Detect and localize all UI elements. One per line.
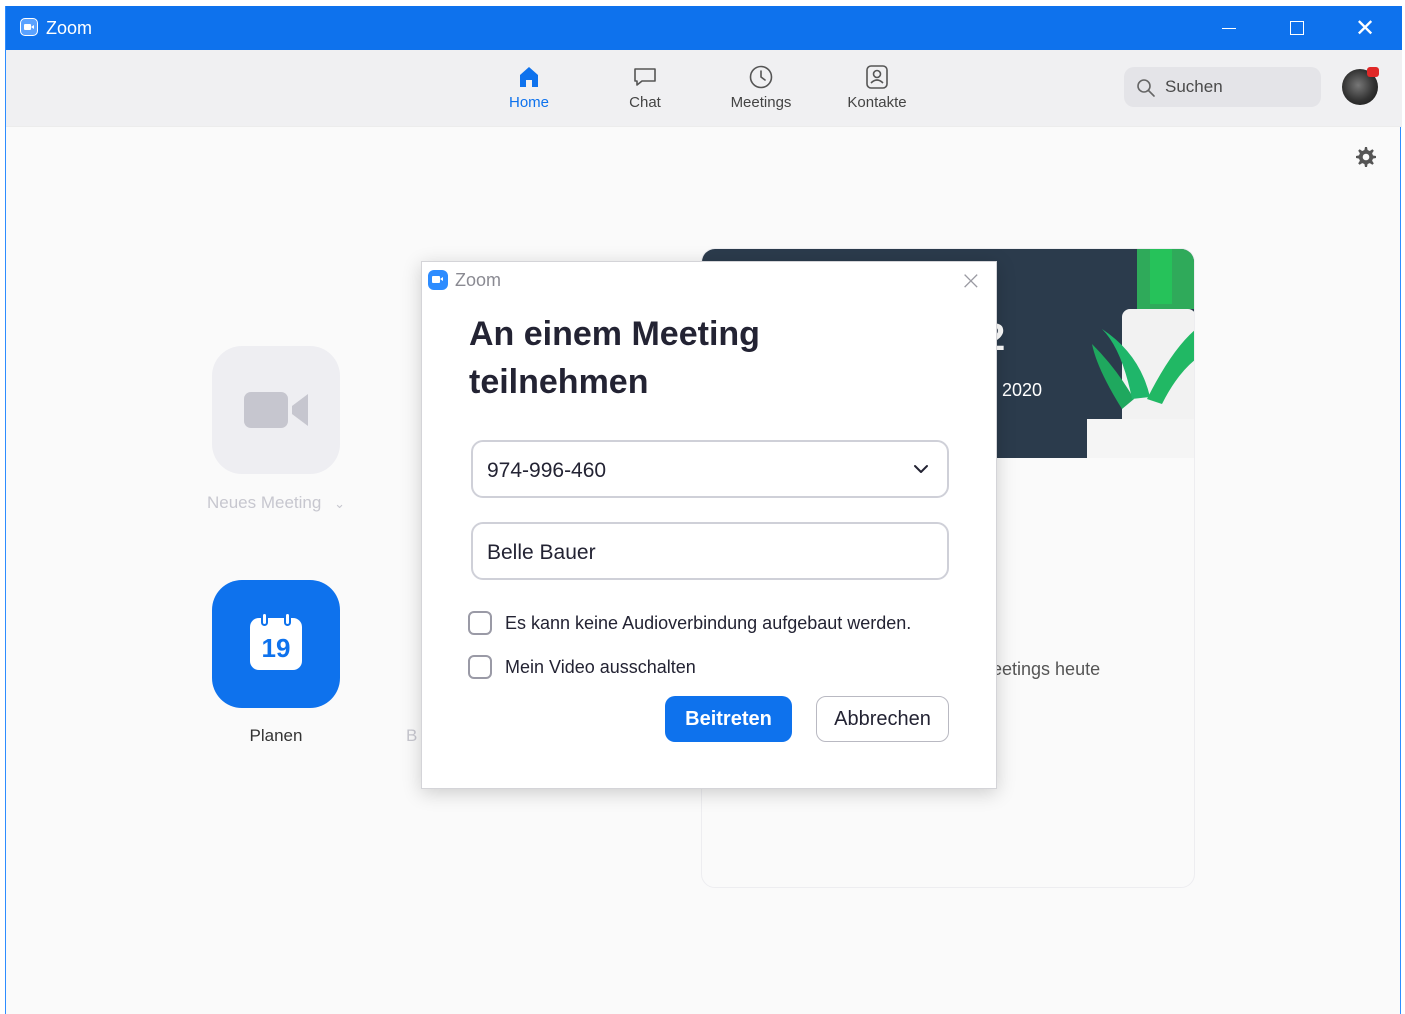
clock-icon [748, 64, 774, 90]
tab-home-label: Home [508, 94, 549, 111]
dialog-heading: An einem Meeting teilnehmen [469, 315, 760, 401]
window-title: Zoom [46, 18, 93, 38]
join-meeting-dialog: Zoom × An einem Meeting teilnehmen 974-9… [421, 261, 997, 789]
meeting-id-value: 974-996-460 [487, 459, 607, 482]
new-meeting-button[interactable] [212, 346, 340, 474]
meeting-id-input[interactable]: 974-996-460 [471, 440, 949, 498]
no-meetings-today-partial: leetings heute [988, 659, 1101, 679]
tab-meetings-label: Meetings [730, 94, 792, 111]
minimize-button[interactable] [1196, 6, 1262, 50]
name-value: Belle Bauer [487, 541, 596, 564]
zoom-logo-icon [20, 18, 38, 36]
share-screen-label-partial: B [406, 726, 418, 745]
close-window-button[interactable]: ✕ [1332, 6, 1398, 50]
join-button[interactable]: Beitreten [665, 696, 792, 742]
name-input[interactable]: Belle Bauer [471, 522, 949, 580]
camera-status-badge [1367, 67, 1379, 77]
zoom-window: Zoom ✕ Home Chat Meetings Kontakte Suche… [5, 6, 1402, 1014]
new-meeting-label[interactable]: Neues Meeting ⌄ [196, 493, 356, 513]
video-camera-icon [244, 392, 308, 428]
schedule-label: Planen [249, 726, 303, 745]
chevron-down-icon: ⌄ [334, 496, 345, 511]
chevron-down-icon[interactable] [913, 462, 929, 476]
video-off-checkbox[interactable] [468, 655, 492, 679]
dialog-close-button[interactable]: × [960, 266, 982, 296]
tab-contacts[interactable]: Kontakte [837, 64, 917, 111]
home-icon [516, 64, 542, 90]
contacts-icon [864, 64, 890, 90]
tab-chat[interactable]: Chat [605, 64, 685, 111]
top-navigation: Home Chat Meetings Kontakte Suchen [6, 50, 1402, 127]
no-audio-checkbox[interactable] [468, 611, 492, 635]
search-icon [1137, 79, 1155, 97]
minimize-icon [1222, 27, 1236, 29]
tab-meetings[interactable]: Meetings [721, 64, 801, 111]
no-audio-label: Es kann keine Audioverbindung aufgebaut … [505, 613, 912, 633]
tab-contacts-label: Kontakte [847, 94, 907, 111]
schedule-button[interactable]: 19 [212, 580, 340, 708]
video-off-label: Mein Video ausschalten [505, 657, 696, 677]
title-bar: Zoom ✕ [6, 6, 1402, 50]
tab-home[interactable]: Home [489, 64, 569, 111]
zoom-logo-icon [428, 270, 448, 290]
maximize-icon [1290, 21, 1304, 35]
gear-icon[interactable] [1353, 145, 1377, 169]
cancel-button[interactable]: Abbrechen [816, 696, 949, 742]
close-icon: ✕ [1354, 14, 1376, 42]
search-input[interactable]: Suchen [1124, 67, 1321, 107]
dialog-title: Zoom [455, 270, 502, 290]
search-placeholder: Suchen [1165, 77, 1223, 96]
chat-icon [632, 64, 658, 90]
tab-chat-label: Chat [629, 94, 661, 111]
maximize-button[interactable] [1264, 6, 1330, 50]
calendar-day: 19 [261, 633, 291, 663]
